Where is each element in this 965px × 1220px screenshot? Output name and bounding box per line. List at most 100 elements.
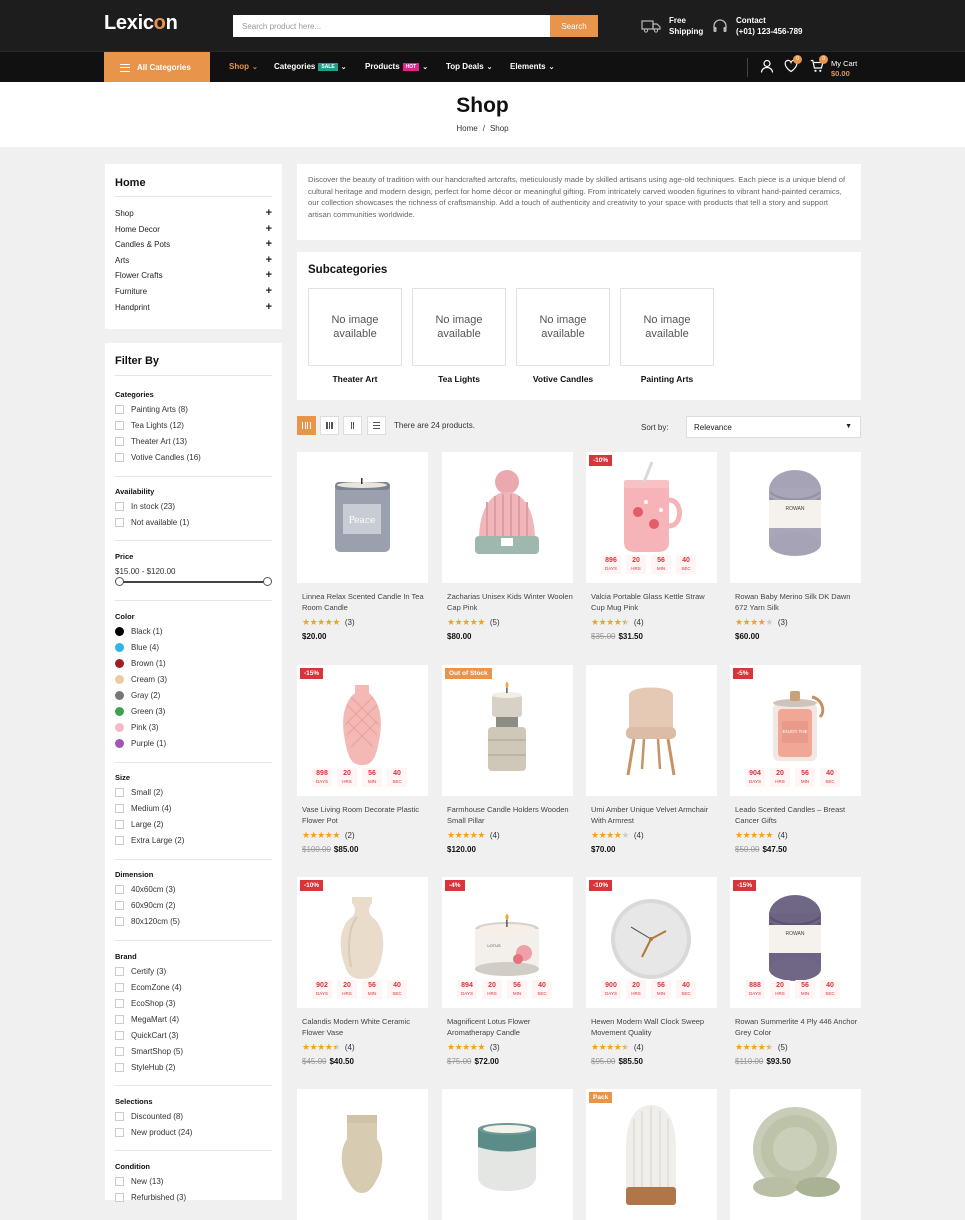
checkbox[interactable]	[115, 1127, 124, 1137]
filter-option-quickcart[interactable]: QuickCart (3)	[115, 1030, 179, 1040]
checkbox[interactable]	[115, 1192, 124, 1202]
search-input[interactable]	[233, 15, 550, 37]
checkbox[interactable]	[115, 1063, 124, 1073]
checkbox[interactable]	[115, 1176, 124, 1186]
logo[interactable]: Lexicon	[104, 12, 178, 35]
nav-item-categories[interactable]: Categories SALE ⌄	[274, 62, 347, 71]
cart-summary[interactable]: My Cart $0.00	[831, 59, 857, 79]
product-card[interactable]: Peace Linnea Relax Scented Candle In Tea …	[297, 452, 428, 641]
grid-2-view-button[interactable]	[343, 416, 362, 435]
product-image[interactable]: Peace	[297, 452, 428, 583]
product-title[interactable]: Zacharias Unisex Kids Winter Woolen Cap …	[442, 592, 573, 613]
all-categories-button[interactable]: All Categories	[104, 52, 210, 83]
product-card[interactable]: Out of Stock Farmhouse Candle Holders Woo…	[442, 665, 573, 854]
product-image[interactable]: ROWAN	[730, 452, 861, 583]
subcategory-theater-art[interactable]: No image available Theater Art	[308, 288, 402, 384]
checkbox[interactable]	[115, 420, 124, 430]
filter-option-tea-lights[interactable]: Tea Lights (12)	[115, 420, 184, 430]
filter-option-cream[interactable]: Cream (3)	[115, 674, 167, 684]
filter-option-pink[interactable]: Pink (3)	[115, 723, 159, 733]
product-title[interactable]: Magnificent Lotus Flower Aromatherapy Ca…	[442, 1017, 573, 1038]
product-title[interactable]: Umi Amber Unique Velvet Armchair With Ar…	[586, 805, 717, 826]
product-title[interactable]: Hewen Modern Wall Clock Sweep Movement Q…	[586, 1017, 717, 1038]
filter-option-megamart[interactable]: MegaMart (4)	[115, 1014, 179, 1024]
product-image[interactable]	[297, 1089, 428, 1220]
home-item-flower-crafts[interactable]: Flower Crafts +	[115, 269, 272, 281]
home-item-arts[interactable]: Arts +	[115, 254, 272, 266]
subcategory-placeholder-image[interactable]: No image available	[412, 288, 506, 366]
filter-option-gray[interactable]: Gray (2)	[115, 690, 160, 700]
product-card[interactable]: Pack	[586, 1089, 717, 1220]
checkbox[interactable]	[115, 501, 124, 511]
plus-icon[interactable]: +	[266, 269, 272, 281]
product-card[interactable]: -15% 898 DAYS 20 HRS 56 MIN 40 SEC Vase Living Ro…	[297, 665, 428, 854]
filter-option-purple[interactable]: Purple (1)	[115, 739, 166, 749]
filter-option-votive-candles[interactable]: Votive Candles (16)	[115, 452, 201, 462]
product-card[interactable]: -10% 900 DAYS 20 HRS 56 MIN 40 SEC Hewen Modern W…	[586, 877, 717, 1066]
search-button[interactable]: Search	[550, 15, 598, 37]
product-image[interactable]: -15% 898 DAYS 20 HRS 56 MIN 40 SEC	[297, 665, 428, 796]
filter-option-large[interactable]: Large (2)	[115, 819, 163, 829]
nav-item-elements[interactable]: Elements ⌄	[510, 62, 554, 71]
product-image[interactable]	[442, 1089, 573, 1220]
product-card[interactable]: Zacharias Unisex Kids Winter Woolen Cap …	[442, 452, 573, 641]
checkbox[interactable]	[115, 819, 124, 829]
price-slider-min-handle[interactable]	[115, 577, 124, 586]
product-image[interactable]: ROWAN -15% 888 DAYS 20 HRS 56 MIN 40 SEC	[730, 877, 861, 1008]
plus-icon[interactable]: +	[266, 254, 272, 266]
checkbox[interactable]	[115, 900, 124, 910]
grid-3-view-button[interactable]	[320, 416, 339, 435]
product-card[interactable]: -10% 902 DAYS 20 HRS 56 MIN 40 SEC Calandis Moder…	[297, 877, 428, 1066]
home-item-shop[interactable]: Shop +	[115, 207, 272, 219]
product-image[interactable]: ENJOY THE -5% 904 DAYS 20 HRS 56 MIN 40 SEC	[730, 665, 861, 796]
filter-option-theater-art[interactable]: Theater Art (13)	[115, 436, 187, 446]
home-item-handprint[interactable]: Handprint +	[115, 301, 272, 313]
sort-select[interactable]: Relevance ▼	[686, 416, 861, 438]
checkbox[interactable]	[115, 1111, 124, 1121]
product-image[interactable]: -10% 902 DAYS 20 HRS 56 MIN 40 SEC	[297, 877, 428, 1008]
filter-option-smartshop[interactable]: SmartShop (5)	[115, 1047, 183, 1057]
checkbox[interactable]	[115, 884, 124, 894]
product-title[interactable]: Linnea Relax Scented Candle In Tea Room …	[297, 592, 428, 613]
home-item-candles-pots[interactable]: Candles & Pots +	[115, 238, 272, 250]
product-image[interactable]: LOTUS -4% 894 DAYS 20 HRS 56 MIN 40 SEC	[442, 877, 573, 1008]
product-title[interactable]: Vase Living Room Decorate Plastic Flower…	[297, 805, 428, 826]
product-image[interactable]: -10% 896 DAYS 20 HRS 56 MIN 40 SEC	[586, 452, 717, 583]
product-image[interactable]	[586, 665, 717, 796]
subcategory-placeholder-image[interactable]: No image available	[308, 288, 402, 366]
checkbox[interactable]	[115, 998, 124, 1008]
filter-option-stylehub[interactable]: StyleHub (2)	[115, 1063, 175, 1073]
checkbox[interactable]	[115, 966, 124, 976]
product-card[interactable]: ROWAN -15% 888 DAYS 20 HRS 56 MIN 40 SEC Rowan Sum…	[730, 877, 861, 1066]
filter-option-certify[interactable]: Certify (3)	[115, 966, 166, 976]
filter-option-medium[interactable]: Medium (4)	[115, 803, 171, 813]
checkbox[interactable]	[115, 835, 124, 845]
filter-option-blue[interactable]: Blue (4)	[115, 642, 159, 652]
checkbox[interactable]	[115, 787, 124, 797]
grid-4-view-button[interactable]	[297, 416, 316, 435]
checkbox[interactable]	[115, 916, 124, 926]
filter-option-black[interactable]: Black (1)	[115, 626, 163, 636]
filter-option-ecoshop[interactable]: EcoShop (3)	[115, 998, 175, 1008]
product-card[interactable]	[297, 1089, 428, 1220]
filter-option-40x60cm[interactable]: 40x60cm (3)	[115, 884, 175, 894]
checkbox[interactable]	[115, 452, 124, 462]
product-image[interactable]: -10% 900 DAYS 20 HRS 56 MIN 40 SEC	[586, 877, 717, 1008]
breadcrumb-home[interactable]: Home	[456, 124, 477, 133]
checkbox[interactable]	[115, 517, 124, 527]
subcategory-tea-lights[interactable]: No image available Tea Lights	[412, 288, 506, 384]
filter-option-painting-arts[interactable]: Painting Arts (8)	[115, 404, 188, 414]
filter-option-refurbished[interactable]: Refurbished (3)	[115, 1192, 186, 1202]
plus-icon[interactable]: +	[266, 238, 272, 250]
plus-icon[interactable]: +	[266, 285, 272, 297]
filter-option-small[interactable]: Small (2)	[115, 787, 163, 797]
product-title[interactable]: Farmhouse Candle Holders Wooden Small Pi…	[442, 805, 573, 826]
product-title[interactable]: Calandis Modern White Ceramic Flower Vas…	[297, 1017, 428, 1038]
product-card[interactable]	[730, 1089, 861, 1220]
product-title[interactable]: Valcia Portable Glass Kettle Straw Cup M…	[586, 592, 717, 613]
filter-option-green[interactable]: Green (3)	[115, 707, 165, 717]
account-button[interactable]	[760, 59, 774, 75]
filter-option-not-available[interactable]: Not available (1)	[115, 517, 189, 527]
checkbox[interactable]	[115, 1030, 124, 1040]
plus-icon[interactable]: +	[266, 207, 272, 219]
